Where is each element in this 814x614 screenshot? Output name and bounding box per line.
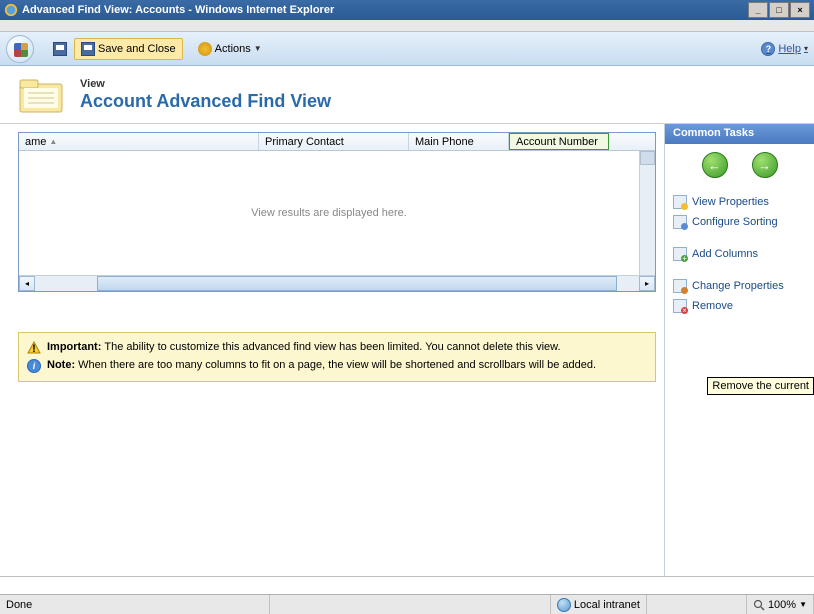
column-header-account-number[interactable]: Account Number: [509, 133, 609, 150]
page-supertitle: View: [80, 78, 331, 90]
status-text: Done: [0, 595, 270, 614]
notice-box: ! Important:The ability to customize thi…: [18, 332, 656, 382]
actions-icon: [198, 42, 212, 56]
column-header-main-phone[interactable]: Main Phone: [409, 133, 509, 150]
save-close-label: Save and Close: [98, 43, 176, 55]
actions-label: Actions: [215, 43, 251, 55]
close-button[interactable]: ×: [790, 2, 810, 18]
chevron-down-icon: ▾: [804, 44, 808, 53]
info-icon: i: [27, 359, 41, 373]
magnifier-icon: [753, 599, 765, 611]
menu-bar-fragment: [0, 20, 814, 32]
column-header-primary-contact[interactable]: Primary Contact: [259, 133, 409, 150]
horizontal-scrollbar[interactable]: [35, 276, 639, 291]
grid-placeholder: View results are displayed here.: [19, 151, 639, 275]
app-logo: [6, 35, 34, 63]
add-icon: [673, 247, 687, 261]
chevron-down-icon: ▼: [799, 600, 807, 609]
task-remove[interactable]: Remove: [671, 296, 808, 316]
change-icon: [673, 279, 687, 293]
sort-icon: [673, 215, 687, 229]
important-text: Important:The ability to customize this …: [47, 341, 561, 353]
security-zone[interactable]: Local intranet: [551, 595, 647, 614]
page-title: Account Advanced Find View: [80, 91, 331, 112]
task-view-properties[interactable]: View Properties: [671, 192, 808, 212]
vertical-scrollbar[interactable]: [639, 151, 655, 275]
protected-mode-cell: [647, 595, 747, 614]
save-button[interactable]: [46, 38, 74, 60]
nav-back-button[interactable]: ←: [702, 152, 728, 178]
globe-icon: [557, 598, 571, 612]
help-label: Help: [778, 43, 801, 55]
scroll-left-button[interactable]: ◂: [19, 276, 35, 291]
tooltip: Remove the current: [707, 377, 814, 395]
chevron-down-icon: ▼: [254, 44, 262, 53]
save-icon: [53, 42, 67, 56]
task-add-columns[interactable]: Add Columns: [671, 244, 808, 264]
remove-icon: [673, 299, 687, 313]
zoom-control[interactable]: 100% ▼: [747, 595, 814, 614]
grid-header: ame ▲ Primary Contact Main Phone Account…: [19, 133, 655, 151]
page-header: View Account Advanced Find View: [0, 66, 814, 124]
warning-icon: !: [27, 341, 41, 355]
window-titlebar: Advanced Find View: Accounts - Windows I…: [0, 0, 814, 20]
column-header-name[interactable]: ame ▲: [19, 133, 259, 150]
ie-icon: [4, 3, 18, 17]
properties-icon: [673, 195, 687, 209]
toolbar: Save and Close Actions ▼ ? Help ▾: [0, 32, 814, 66]
results-grid: ame ▲ Primary Contact Main Phone Account…: [18, 132, 656, 292]
tasks-header: Common Tasks: [665, 124, 814, 144]
save-close-icon: [81, 42, 95, 56]
maximize-button[interactable]: □: [769, 2, 789, 18]
task-change-properties[interactable]: Change Properties: [671, 276, 808, 296]
status-bar: Done Local intranet 100% ▼: [0, 594, 814, 614]
actions-menu[interactable]: Actions ▼: [191, 38, 269, 60]
help-icon: ?: [761, 42, 775, 56]
nav-forward-button[interactable]: →: [752, 152, 778, 178]
scroll-right-button[interactable]: ▸: [639, 276, 655, 291]
folder-icon: [18, 76, 64, 114]
note-text: Note:When there are too many columns to …: [47, 359, 596, 371]
tasks-pane: Common Tasks ← → View Properties Configu…: [664, 124, 814, 576]
task-configure-sorting[interactable]: Configure Sorting: [671, 212, 808, 232]
help-link[interactable]: ? Help ▾: [761, 42, 808, 56]
sort-asc-icon: ▲: [49, 137, 57, 146]
save-and-close-button[interactable]: Save and Close: [74, 38, 183, 60]
window-title: Advanced Find View: Accounts - Windows I…: [22, 4, 748, 16]
minimize-button[interactable]: _: [748, 2, 768, 18]
svg-text:!: !: [32, 343, 36, 355]
